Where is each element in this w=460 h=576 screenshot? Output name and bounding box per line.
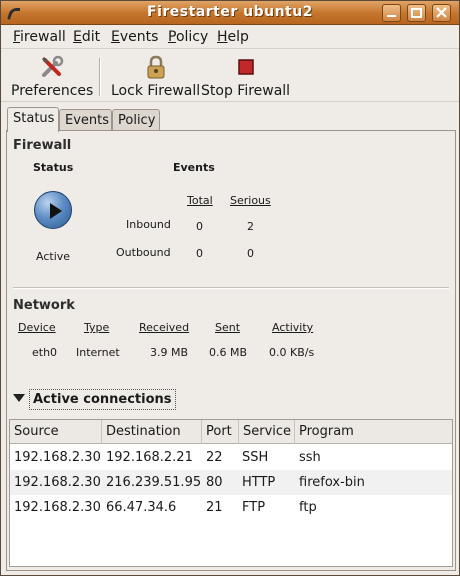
close-button[interactable] xyxy=(432,4,451,22)
sent-value: 0.6 MB xyxy=(209,346,248,359)
menu-edit[interactable]: Edit xyxy=(73,29,100,45)
serious-header: Serious xyxy=(230,194,271,207)
firewall-state: Active xyxy=(36,250,71,263)
stop-firewall-button[interactable]: Stop Firewall xyxy=(201,54,290,99)
inbound-label: Inbound xyxy=(126,218,171,231)
toolbar-separator xyxy=(99,58,101,96)
outbound-label: Outbound xyxy=(116,246,171,259)
menu-firewall[interactable]: Firewall xyxy=(13,29,66,45)
outbound-total: 0 xyxy=(196,247,203,260)
tab-status[interactable]: Status xyxy=(7,107,59,132)
source-cell: 192.168.2.30 xyxy=(14,450,101,465)
total-header: Total xyxy=(187,194,213,207)
activity-header: Activity xyxy=(272,321,314,334)
received-value: 3.9 MB xyxy=(150,346,189,359)
destination-cell: 66.47.34.6 xyxy=(106,500,177,515)
destination-cell: 216.239.51.95 xyxy=(106,475,202,490)
stop-firewall-label: Stop Firewall xyxy=(201,83,291,99)
minimize-icon xyxy=(387,15,396,17)
padlock-icon xyxy=(147,55,165,79)
toolbar: Preferences Lock Firewall Stop Firewall xyxy=(1,50,459,102)
play-status-icon[interactable] xyxy=(34,191,72,229)
active-connections-label[interactable]: Active connections xyxy=(29,389,176,410)
service-cell: HTTP xyxy=(242,475,276,490)
table-row[interactable]: 192.168.2.30 66.47.34.6 21 FTP ftp xyxy=(10,495,452,520)
maximize-icon xyxy=(411,8,422,18)
program-cell: firefox-bin xyxy=(299,475,365,490)
lock-firewall-label: Lock Firewall xyxy=(111,83,201,99)
program-column-header[interactable]: Program xyxy=(295,420,452,444)
destination-column-header[interactable]: Destination xyxy=(102,420,202,444)
connections-table-header: Source Destination Port Service Program xyxy=(10,420,452,444)
title-bar[interactable]: Firestarter ubuntu2 xyxy=(1,1,459,25)
stop-icon xyxy=(237,59,254,75)
port-cell: 21 xyxy=(206,500,223,515)
minimize-button[interactable] xyxy=(382,4,401,22)
sent-header: Sent xyxy=(215,321,241,334)
port-column-header[interactable]: Port xyxy=(202,420,239,444)
destination-cell: 192.168.2.21 xyxy=(106,450,193,465)
menu-policy[interactable]: Policy xyxy=(168,29,208,45)
inbound-serious: 2 xyxy=(247,220,254,233)
outbound-serious: 0 xyxy=(247,247,254,260)
source-cell: 192.168.2.30 xyxy=(14,500,101,515)
preferences-icon xyxy=(42,55,64,77)
program-cell: ftp xyxy=(299,500,317,515)
inbound-total: 0 xyxy=(196,220,203,233)
expander-arrow-icon[interactable] xyxy=(13,394,25,402)
service-cell: SSH xyxy=(242,450,269,465)
table-row[interactable]: 192.168.2.30 192.168.2.21 22 SSH ssh xyxy=(10,445,452,470)
port-cell: 80 xyxy=(206,475,223,490)
menu-events[interactable]: Events xyxy=(111,29,158,45)
firewall-section-title: Firewall xyxy=(13,138,72,153)
source-cell: 192.168.2.30 xyxy=(14,475,101,490)
maximize-button[interactable] xyxy=(407,4,426,22)
section-divider xyxy=(13,287,449,289)
program-cell: ssh xyxy=(299,450,321,465)
status-header: Status xyxy=(33,161,74,174)
menu-bar: Firewall Edit Events Policy Help xyxy=(1,25,459,49)
preferences-label: Preferences xyxy=(11,83,94,99)
source-column-header[interactable]: Source xyxy=(10,420,102,444)
service-cell: FTP xyxy=(242,500,266,515)
preferences-button[interactable]: Preferences xyxy=(11,54,93,99)
events-header: Events xyxy=(173,161,215,174)
close-icon xyxy=(436,7,447,18)
lock-firewall-button[interactable]: Lock Firewall xyxy=(111,54,200,99)
tab-policy[interactable]: Policy xyxy=(112,109,160,131)
received-header: Received xyxy=(139,321,190,334)
device-header: Device xyxy=(18,321,56,334)
network-section-title: Network xyxy=(13,298,75,313)
service-column-header[interactable]: Service xyxy=(239,420,295,444)
status-panel: Firewall Status Events Active Total Seri… xyxy=(6,130,456,571)
tab-events[interactable]: Events xyxy=(59,109,112,131)
connections-table[interactable]: Source Destination Port Service Program … xyxy=(9,419,453,567)
port-cell: 22 xyxy=(206,450,223,465)
table-row[interactable]: 192.168.2.30 216.239.51.95 80 HTTP firef… xyxy=(10,470,452,495)
device-value: eth0 xyxy=(32,346,58,359)
play-triangle xyxy=(50,203,62,219)
app-window: Firestarter ubuntu2 Firewall Edit Events… xyxy=(0,0,460,576)
activity-value: 0.0 KB/s xyxy=(269,346,315,359)
menu-help[interactable]: Help xyxy=(217,29,249,45)
type-value: Internet xyxy=(76,346,120,359)
type-header: Type xyxy=(84,321,110,334)
